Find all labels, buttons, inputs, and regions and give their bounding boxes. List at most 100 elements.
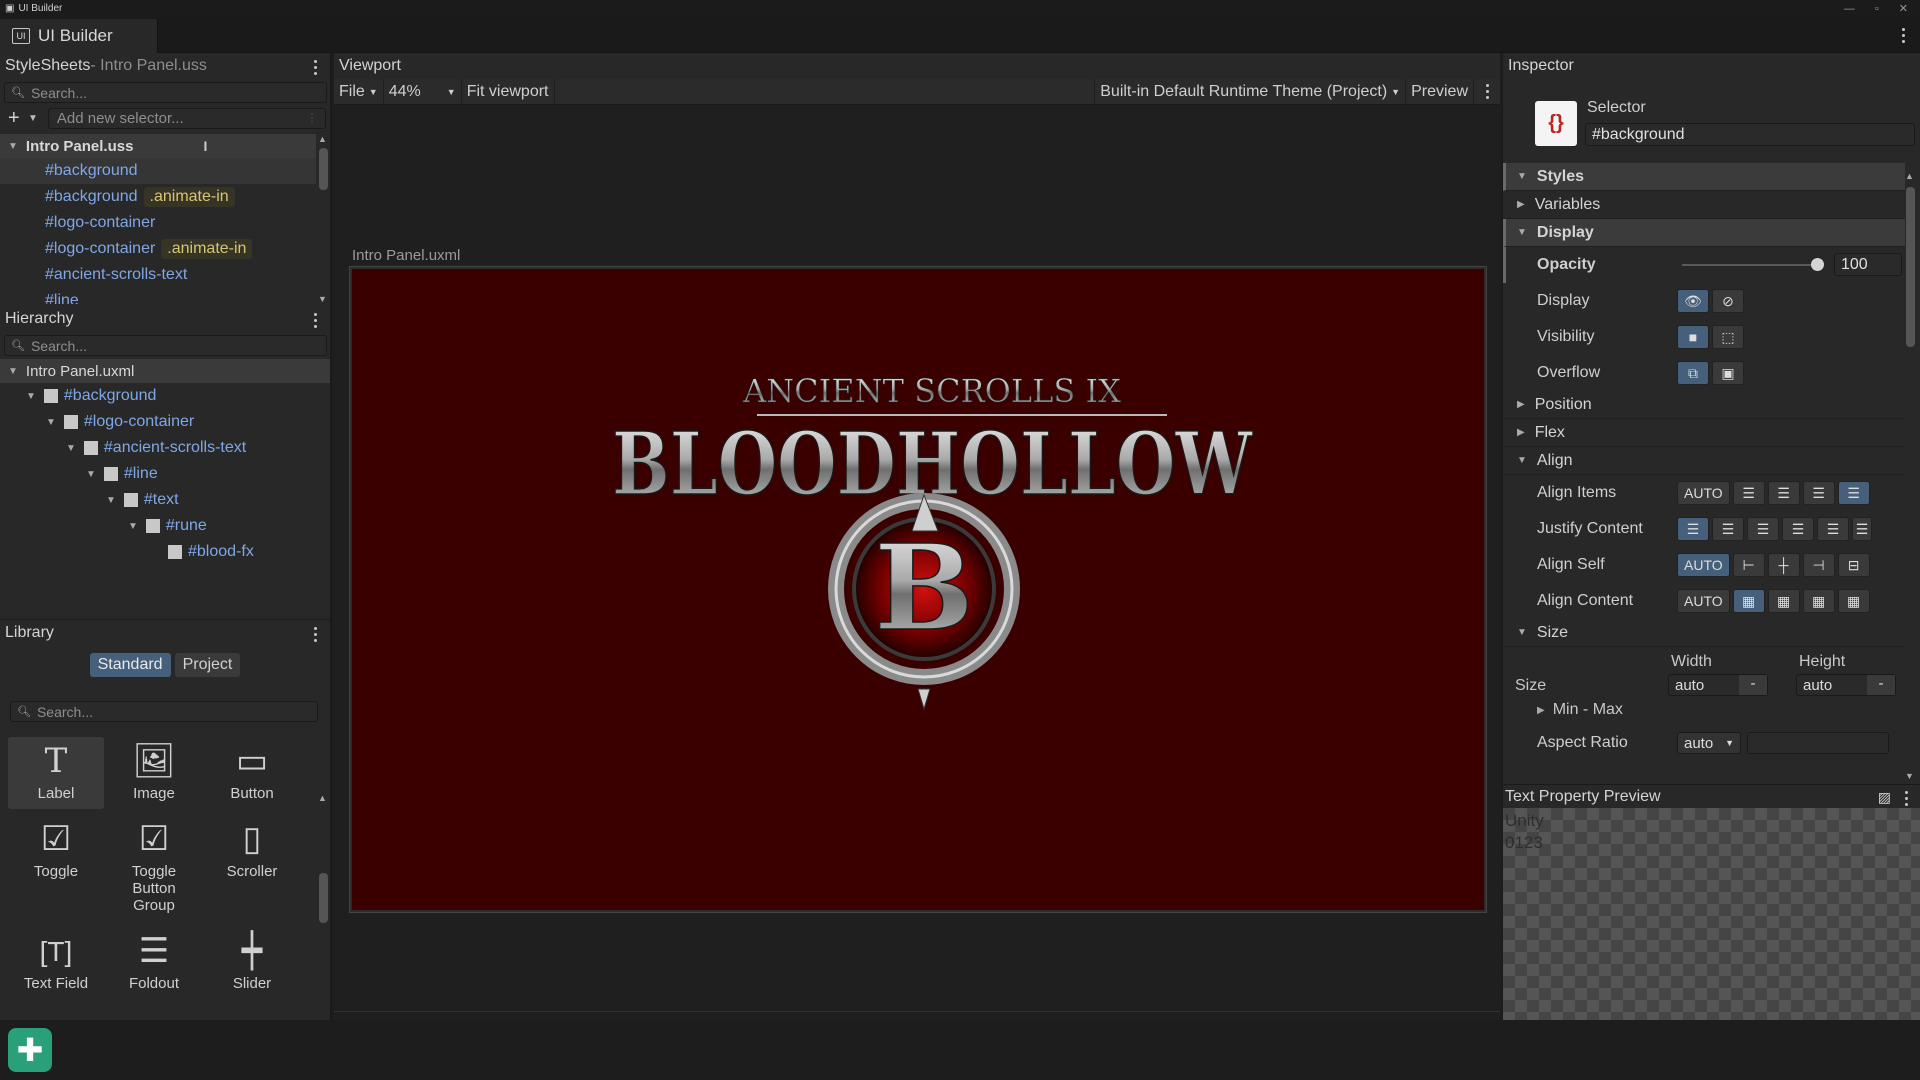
library-scrollbar[interactable]: ▲ bbox=[318, 793, 328, 1003]
justify-center-icon[interactable]: ☰ bbox=[1712, 517, 1744, 541]
library-item-foldout[interactable]: ☰ Foldout bbox=[106, 927, 202, 993]
foldout-variables[interactable]: ▶ Variables bbox=[1503, 191, 1905, 219]
overflow-hidden-icon[interactable]: ▣ bbox=[1712, 361, 1744, 385]
preview-button[interactable]: Preview bbox=[1406, 78, 1474, 105]
hidden-icon[interactable]: ⬚ bbox=[1712, 325, 1744, 349]
auto-button[interactable]: AUTO bbox=[1677, 481, 1730, 505]
aspect-ratio-dropdown[interactable]: auto ▼ bbox=[1677, 732, 1741, 754]
aspect-ratio-input[interactable] bbox=[1747, 732, 1889, 754]
justify-space-around-icon[interactable]: ☰ bbox=[1817, 517, 1849, 541]
library-item-slider[interactable]: ┿ Slider bbox=[204, 927, 300, 993]
hierarchy-root[interactable]: ▼ Intro Panel.uxml bbox=[0, 359, 330, 383]
selector-item[interactable]: #logo-container bbox=[0, 210, 316, 236]
expand-triangle-icon[interactable]: ▼ bbox=[26, 391, 36, 402]
scroll-up-icon[interactable]: ▲ bbox=[318, 134, 327, 144]
content-center-icon[interactable]: ▦ bbox=[1767, 589, 1800, 613]
self-stretch-icon[interactable]: ⊟ bbox=[1837, 553, 1870, 577]
foldout-align[interactable]: ▼ Align bbox=[1503, 447, 1905, 475]
selector-item[interactable]: #logo-container .animate-in bbox=[0, 236, 316, 262]
hierarchy-search-input[interactable]: 🔍︎ Search... bbox=[4, 335, 327, 356]
file-menu[interactable]: File ▼ bbox=[334, 78, 384, 105]
scroll-thumb[interactable] bbox=[319, 873, 328, 923]
justify-space-between-icon[interactable]: ☰ bbox=[1782, 517, 1814, 541]
eye-icon[interactable]: 👁︎ bbox=[1677, 289, 1709, 313]
foldout-display[interactable]: ▼ Display bbox=[1503, 219, 1905, 247]
selector-item[interactable]: #line bbox=[0, 288, 316, 304]
selector-item[interactable]: #ancient-scrolls-text bbox=[0, 262, 316, 288]
auto-button[interactable]: AUTO bbox=[1677, 553, 1730, 577]
align-stretch-icon[interactable]: ☰ bbox=[1837, 481, 1870, 505]
expand-triangle-icon[interactable]: ▼ bbox=[8, 366, 18, 377]
add-element-button[interactable]: ✚ bbox=[8, 1028, 52, 1072]
hierarchy-item[interactable]: ▼ #background bbox=[0, 383, 330, 409]
background-toggle-icon[interactable]: ▨ bbox=[1878, 789, 1891, 806]
expand-triangle-icon[interactable]: ▼ bbox=[66, 443, 76, 454]
expand-triangle-icon[interactable]: ▼ bbox=[128, 521, 138, 532]
theme-dropdown[interactable]: Built-in Default Runtime Theme (Project)… bbox=[1094, 78, 1407, 105]
library-item-text-field[interactable]: [T] Text Field bbox=[8, 927, 104, 992]
library-item-toggle[interactable]: ☑ Toggle bbox=[8, 815, 104, 881]
expand-triangle-icon[interactable]: ▼ bbox=[86, 469, 96, 480]
library-item-label[interactable]: T Label bbox=[8, 737, 104, 809]
foldout-flex[interactable]: ▶ Flex bbox=[1503, 419, 1905, 447]
stylesheets-menu-icon[interactable] bbox=[310, 60, 320, 75]
zoom-dropdown[interactable]: 44% ▼ bbox=[384, 78, 462, 105]
scroll-up-icon[interactable]: ▲ bbox=[318, 793, 327, 803]
selector-item[interactable]: #background .animate-in bbox=[0, 184, 316, 210]
content-end-icon[interactable]: ▦ bbox=[1802, 589, 1835, 613]
foldout-position[interactable]: ▶ Position bbox=[1503, 391, 1905, 419]
scroll-down-icon[interactable]: ▼ bbox=[318, 294, 327, 304]
foldout-styles[interactable]: ▼ Styles bbox=[1503, 163, 1905, 191]
hierarchy-item[interactable]: ▼ #logo-container bbox=[0, 409, 330, 435]
fit-viewport-button[interactable]: Fit viewport bbox=[462, 78, 555, 105]
hierarchy-menu-icon[interactable] bbox=[310, 313, 320, 328]
slider-knob[interactable] bbox=[1811, 258, 1824, 271]
expand-triangle-icon[interactable]: ▼ bbox=[106, 495, 116, 506]
selector-options-icon[interactable]: ⋮ bbox=[307, 113, 317, 124]
hierarchy-item[interactable]: ▼ #ancient-scrolls-text bbox=[0, 435, 330, 461]
window-menu-icon[interactable] bbox=[1898, 28, 1908, 43]
tab-ui-builder[interactable]: UI UI Builder bbox=[0, 19, 158, 53]
library-item-image[interactable]: 🖼︎ Image bbox=[106, 737, 202, 803]
expand-triangle-icon[interactable]: ▼ bbox=[8, 141, 18, 152]
eye-off-icon[interactable]: ⊘ bbox=[1712, 289, 1744, 313]
visible-icon[interactable]: ■ bbox=[1677, 325, 1709, 349]
library-item-toggle-button-group[interactable]: ☑ Toggle Button Group bbox=[106, 815, 202, 915]
add-stylesheet-button[interactable]: + bbox=[8, 107, 28, 130]
content-start-icon[interactable]: ▦ bbox=[1732, 589, 1765, 613]
auto-button[interactable]: AUTO bbox=[1677, 589, 1730, 613]
overflow-visible-icon[interactable]: ⧉ bbox=[1677, 361, 1709, 385]
expand-triangle-icon[interactable]: ▼ bbox=[46, 417, 56, 428]
height-unit-button[interactable]: - bbox=[1867, 675, 1895, 695]
selector-item[interactable]: #background bbox=[0, 158, 316, 184]
restore-icon[interactable]: ▫ bbox=[1875, 3, 1879, 15]
scroll-up-icon[interactable]: ▲ bbox=[1905, 171, 1914, 181]
hierarchy-item[interactable]: ▼ #line bbox=[0, 461, 330, 487]
width-unit-button[interactable]: - bbox=[1739, 675, 1767, 695]
opacity-input[interactable]: 100 bbox=[1834, 253, 1902, 276]
content-stretch-icon[interactable]: ▦ bbox=[1837, 589, 1870, 613]
minimize-icon[interactable]: — bbox=[1844, 3, 1855, 15]
library-search-input[interactable]: 🔍︎ Search... bbox=[10, 701, 318, 722]
self-center-icon[interactable]: ┼ bbox=[1767, 553, 1800, 577]
scroll-down-icon[interactable]: ▼ bbox=[1905, 771, 1914, 781]
justify-start-icon[interactable]: ☰ bbox=[1677, 517, 1709, 541]
viewport-menu-button[interactable] bbox=[1474, 79, 1500, 105]
stylesheets-search-input[interactable]: 🔍︎ Search... bbox=[4, 82, 327, 103]
width-input[interactable]: auto - bbox=[1668, 674, 1768, 696]
tab-project[interactable]: Project bbox=[174, 653, 241, 677]
self-end-icon[interactable]: ⊣ bbox=[1802, 553, 1835, 577]
library-item-scroller[interactable]: ▯ Scroller bbox=[204, 815, 300, 881]
selector-field[interactable]: #background bbox=[1585, 123, 1915, 146]
justify-space-evenly-icon[interactable]: ☰ bbox=[1852, 517, 1872, 541]
canvas-background[interactable]: ANCIENT SCROLLS IX BLOODHOLLOW B bbox=[349, 266, 1487, 913]
align-center-icon[interactable]: ☰ bbox=[1767, 481, 1800, 505]
scroll-thumb[interactable] bbox=[319, 148, 328, 190]
justify-end-icon[interactable]: ☰ bbox=[1747, 517, 1779, 541]
stylesheets-scrollbar[interactable]: ▲ ▼ bbox=[318, 134, 328, 304]
tab-standard[interactable]: Standard bbox=[89, 653, 171, 677]
hierarchy-item[interactable]: #blood-fx bbox=[0, 539, 330, 565]
stylesheet-root[interactable]: ▼ Intro Panel.uss I bbox=[0, 134, 316, 158]
hierarchy-item[interactable]: ▼ #rune bbox=[0, 513, 330, 539]
height-input[interactable]: auto - bbox=[1796, 674, 1896, 696]
